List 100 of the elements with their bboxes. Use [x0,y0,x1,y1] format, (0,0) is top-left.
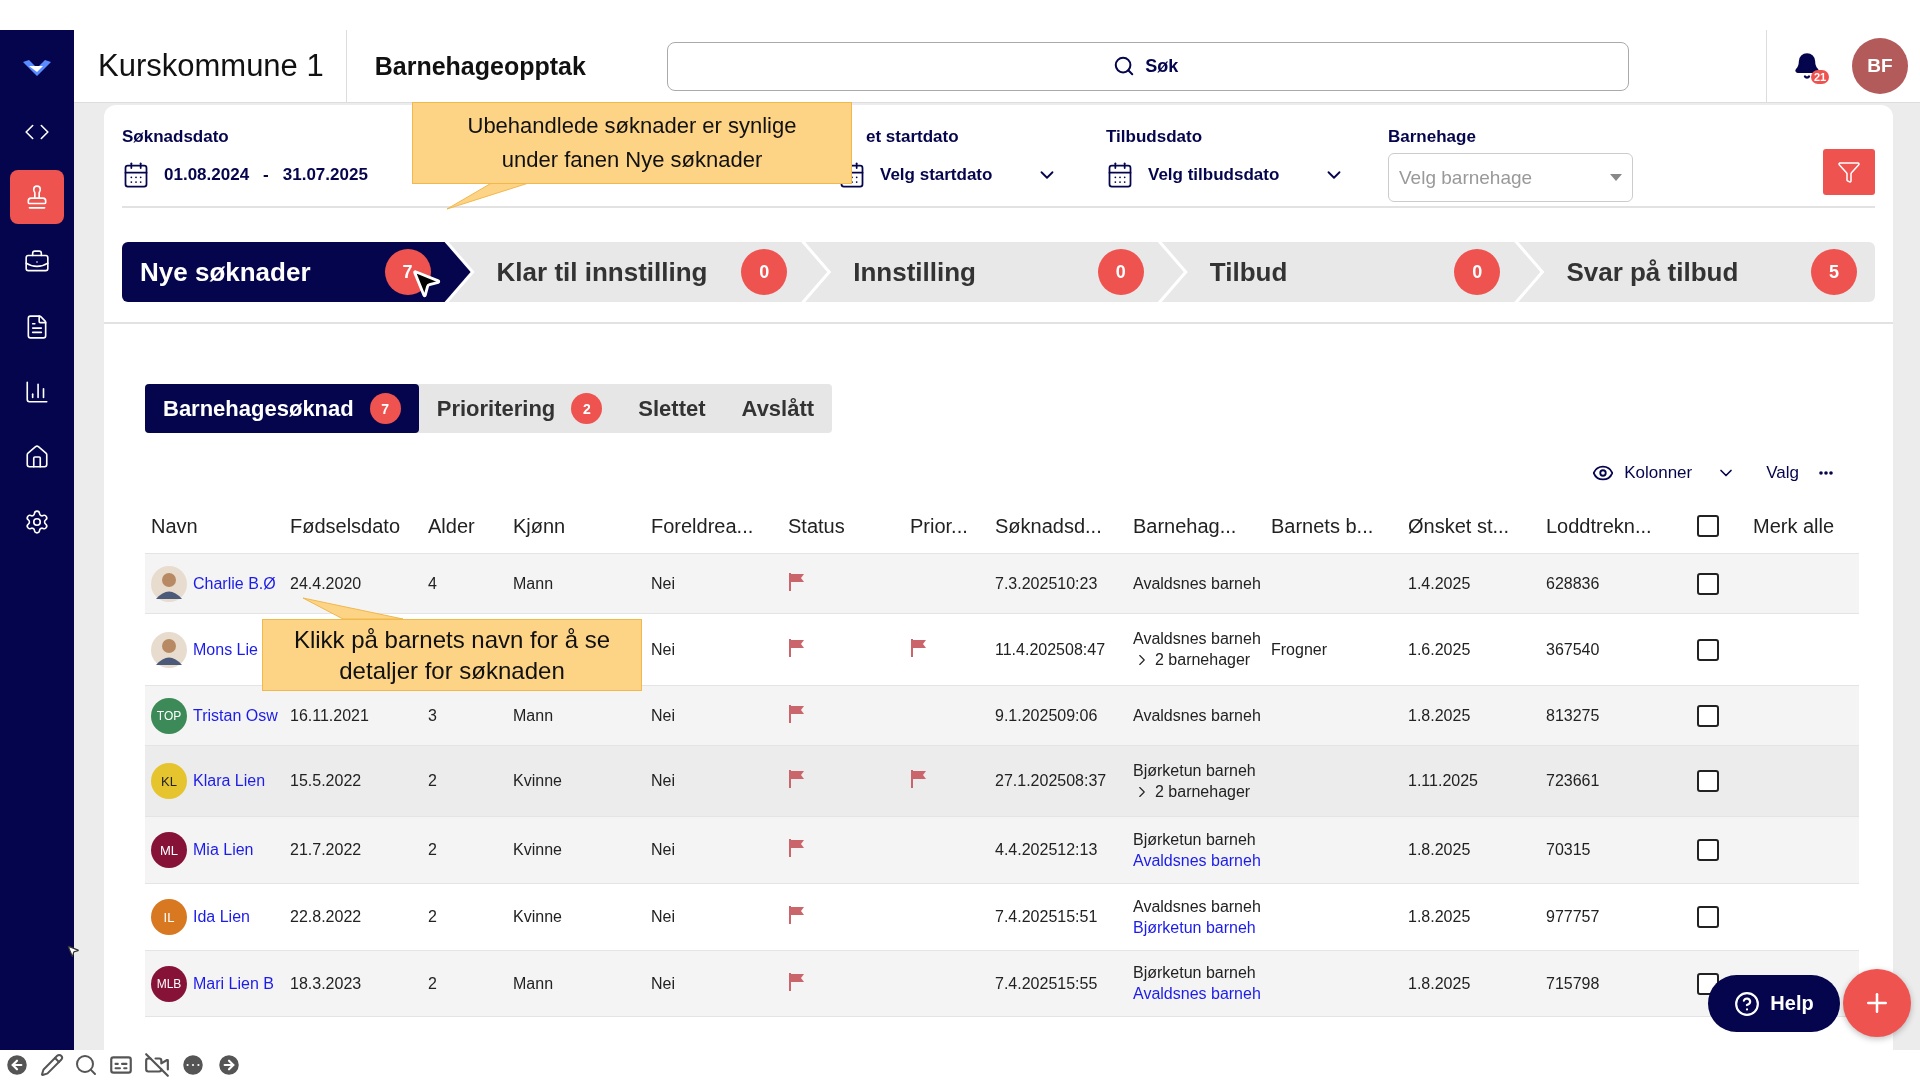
cursor-icon [66,944,80,958]
more-kindergartens-toggle[interactable]: 2 barnehager [1133,782,1265,801]
more-kindergartens-toggle[interactable]: 2 barnehager [1133,651,1265,669]
table-cell-text: Nei [650,574,676,593]
process-stage-tab[interactable]: Nye søknader 7 [122,242,471,302]
filter-label: Søknadsdato [122,127,229,147]
table-cell-text: Nei [650,974,676,993]
column-header: Prior... [909,514,969,538]
row-checkbox[interactable] [1697,839,1719,861]
search-field[interactable]: Søk [666,41,1629,91]
count-badge: 7 [369,393,401,424]
table-cell-text: Nei [650,841,676,859]
notification-count: 21 [1811,69,1830,84]
row-checkbox[interactable] [1697,704,1719,727]
table-cell-text: Nei [650,640,676,659]
back-icon[interactable] [4,1052,30,1078]
columns-button[interactable]: Kolonner [1592,462,1737,484]
process-stage-tab[interactable]: Svar på tilbud 5 [1518,242,1875,302]
calendar-icon [122,161,150,189]
table-cell-text: 15.5.2022 [289,772,363,790]
table-cell-text: Mann [512,574,555,593]
tab[interactable]: Slettet [620,384,724,433]
table-cell-text: 628836 [1545,574,1601,593]
table-cell-text: 24.4.2020 [289,574,363,593]
table-cell-text: 1.8.2025 [1407,841,1472,859]
child-name-link[interactable]: Mia Lien [193,841,254,859]
sidebar-item[interactable] [10,170,64,224]
table-cell-text: Nei [650,706,676,725]
select-all-checkbox[interactable] [1697,515,1719,537]
table-cell-text: 7.3.202510:23 [994,574,1099,593]
search-icon[interactable] [74,1053,98,1077]
child-name-link[interactable]: Charlie B.Ø [193,574,276,593]
user-avatar[interactable]: BF [1852,38,1908,94]
kindergarten-link[interactable]: Avaldsnes barneh [1133,851,1265,870]
table-cell-text: 1.11.2025 [1407,772,1479,790]
table-cell-text: Nei [650,772,676,790]
table-cell-text: 27.1.202508:37 [994,772,1108,790]
table-cell-text: 2 [427,841,438,859]
select-all-label: Merk alle [1753,514,1835,538]
kindergarten-link[interactable]: Bjørketun barneh [1133,918,1265,937]
child-name-link[interactable]: Klara Lien [193,772,266,790]
tab[interactable]: Prioritering 2 [418,384,621,433]
tab[interactable]: Barnehagesøknad 7 [145,384,419,433]
search-icon [1112,54,1135,77]
child-name-link[interactable]: Mons Lie [193,640,258,659]
column-header: Ønsket st... [1407,514,1511,538]
date-picker[interactable]: Velg tilbudsdato [1106,161,1346,189]
module-title: Barnehageopptak [374,51,587,81]
table-cell-text: 2 [427,772,438,790]
child-name-link[interactable]: Mari Lien B [193,974,274,993]
column-header: Status [787,514,846,538]
filter-label: et startdato [866,127,959,147]
table-cell-text: 11.4.202508:47 [994,640,1107,659]
column-header: Barnets b... [1270,514,1375,538]
table-cell-text: 1.4.2025 [1407,574,1472,593]
table-cell-text: Kvinne [512,772,563,790]
help-button[interactable]: Help [1708,975,1840,1032]
forward-icon[interactable] [216,1052,242,1078]
filter-button[interactable] [1823,149,1875,195]
column-header: Loddtrekn... [1545,514,1653,538]
row-checkbox[interactable] [1697,638,1719,661]
calendar-icon [1106,161,1134,189]
table-cell-text: 4.4.202512:13 [994,841,1099,859]
table-cell-text: 367540 [1545,640,1601,659]
table-cell-text: 7.4.202515:55 [994,974,1099,993]
more-icon[interactable] [180,1052,206,1078]
video-off-icon[interactable] [144,1052,170,1078]
kindergarten-name: Avaldsnes barneh [1133,706,1262,725]
avatar: MLB [151,965,187,1002]
kindergarten-link[interactable]: Avaldsnes barneh [1133,985,1265,1003]
municipality-title: Kurskommune 1 [98,29,347,103]
filter-label: Barnehage [1388,127,1476,147]
count-badge: 2 [571,393,603,424]
process-stage-tab[interactable]: Innstilling 0 [805,242,1184,302]
table-cell-text: 21.7.2022 [289,841,363,859]
table-cell-text: Nei [650,908,676,926]
process-stage-tab[interactable]: Tilbud 0 [1161,242,1541,302]
table-cell-text: 3 [427,706,438,725]
child-name-link[interactable]: Tristan Osw [193,706,278,725]
table-cell-text: Kvinne [512,908,563,926]
table-cell-text: Frogner [1270,640,1329,659]
process-stage-tab[interactable]: Klar til innstilling 0 [448,242,828,302]
bar-chart-icon [24,379,50,405]
table-cell-text: 977757 [1545,908,1601,926]
child-name-link[interactable]: Ida Lien [193,908,250,926]
ellipsis-icon [1819,471,1833,475]
table-cell-text: 723661 [1545,772,1601,790]
table-cell-text: 1.6.2025 [1407,640,1472,659]
pencil-icon[interactable] [40,1053,64,1077]
avatar: KL [151,763,187,799]
table-cell-text: Mann [512,706,555,725]
tab[interactable]: Avslått [723,384,833,433]
row-checkbox[interactable] [1697,572,1719,595]
date-range-picker[interactable]: 01.08.2024 - 31.07.2025 [122,161,368,189]
row-checkbox[interactable] [1697,770,1719,792]
row-checkbox[interactable] [1697,906,1719,928]
table-cell-text: 18.3.2023 [289,974,363,993]
options-button[interactable]: Valg [1766,463,1833,483]
table-cell-text: 813275 [1545,706,1601,725]
column-header: Kjønn [512,514,567,538]
